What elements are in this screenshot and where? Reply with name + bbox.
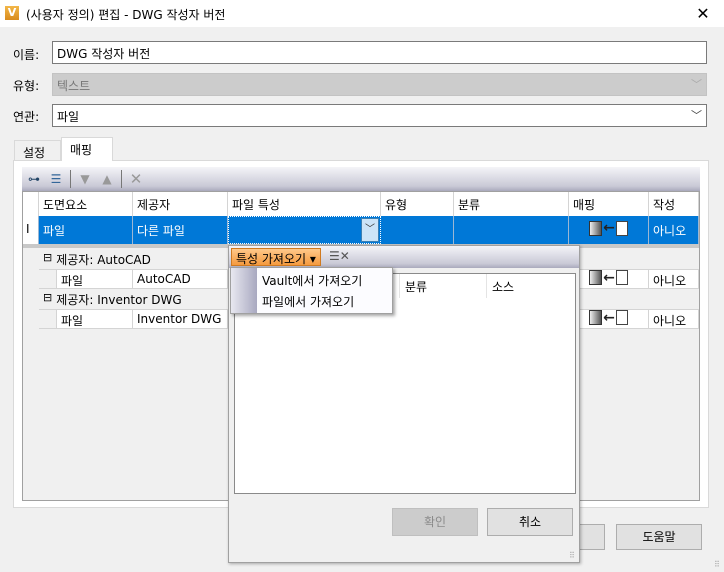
divider bbox=[70, 170, 71, 188]
window-title: (사용자 정의) 편집 - DWG 작성자 버전 bbox=[26, 8, 226, 22]
get-properties-menu: Vault에서 가져오기 파일에서 가져오기 bbox=[230, 267, 393, 314]
cell-element[interactable]: 파일 bbox=[39, 216, 133, 244]
file-property-dropdown[interactable]: ﹀ bbox=[228, 216, 381, 244]
cell-write[interactable]: 아니오 bbox=[649, 216, 699, 244]
divider bbox=[121, 170, 122, 188]
col-source[interactable]: 소스 bbox=[492, 278, 514, 295]
col-element[interactable]: 도면요소 bbox=[39, 192, 133, 216]
collapse-icon[interactable]: ⊟ bbox=[43, 291, 52, 309]
clear-list-icon[interactable]: ☰✕ bbox=[329, 249, 350, 265]
cell-type bbox=[381, 216, 454, 244]
assoc-value: 파일 bbox=[57, 110, 80, 124]
cell-element[interactable]: 파일 bbox=[57, 270, 133, 288]
app-logo-icon: V bbox=[5, 6, 19, 20]
col-category[interactable]: 분류 bbox=[405, 278, 427, 295]
resize-grip-icon[interactable]: ⠿ bbox=[569, 551, 575, 560]
menu-item-from-file[interactable]: 파일에서 가져오기 bbox=[262, 293, 354, 310]
table-row-selected[interactable]: I 파일 다른 파일 ﹀ ← 아니오 bbox=[23, 216, 699, 244]
assoc-label: 연관: bbox=[13, 110, 40, 124]
mapping-direction-icon: ← bbox=[569, 270, 649, 288]
collapse-icon[interactable]: ⊟ bbox=[43, 251, 52, 269]
col-write[interactable]: 작성 bbox=[649, 192, 699, 216]
type-value: 텍스트 bbox=[57, 79, 91, 93]
cell-write[interactable]: 아니오 bbox=[649, 270, 699, 288]
popup-toolbar: 특성 가져오기 ▾ ☰✕ bbox=[229, 246, 579, 268]
get-properties-button[interactable]: 특성 가져오기 ▾ bbox=[231, 248, 321, 266]
cell-provider[interactable]: 다른 파일 bbox=[133, 216, 228, 244]
col-provider[interactable]: 제공자 bbox=[133, 192, 228, 216]
tab-mapping[interactable]: 매핑 bbox=[61, 137, 113, 161]
help-button[interactable]: 도움말 bbox=[616, 524, 702, 550]
chevron-down-icon: ﹀ bbox=[691, 109, 702, 122]
col-category[interactable]: 분류 bbox=[454, 192, 569, 216]
chevron-down-icon: ﹀ bbox=[691, 78, 702, 91]
cell-provider[interactable]: Inventor DWG bbox=[133, 310, 228, 328]
tab-settings[interactable]: 설정 bbox=[14, 140, 61, 160]
tree-view-icon[interactable]: ⊶ bbox=[26, 171, 42, 187]
assoc-select[interactable]: 파일 ﹀ bbox=[52, 104, 707, 127]
chevron-down-icon[interactable]: ﹀ bbox=[361, 218, 379, 242]
move-down-icon[interactable]: ▼ bbox=[77, 171, 93, 187]
grid-toolbar: ⊶ ☰ ▼ ▲ ✕ bbox=[22, 167, 700, 191]
grid-header: 도면요소 제공자 파일 특성 유형 분류 매핑 작성 bbox=[23, 192, 699, 216]
name-label: 이름: bbox=[13, 48, 40, 62]
menu-item-from-vault[interactable]: Vault에서 가져오기 bbox=[262, 272, 362, 289]
delete-icon[interactable]: ✕ bbox=[128, 171, 144, 187]
cell-provider[interactable]: AutoCAD bbox=[133, 270, 228, 288]
cell-element[interactable]: 파일 bbox=[57, 310, 133, 328]
close-button[interactable]: ✕ bbox=[690, 4, 716, 23]
title-bar: V (사용자 정의) 편집 - DWG 작성자 버전 ✕ bbox=[0, 0, 724, 27]
row-indicator: I bbox=[23, 216, 39, 244]
cell-write[interactable]: 아니오 bbox=[649, 310, 699, 328]
name-input[interactable]: DWG 작성자 버전 bbox=[52, 41, 707, 64]
type-select: 텍스트 ﹀ bbox=[52, 73, 707, 96]
confirm-button: 확인 bbox=[392, 508, 478, 536]
mapping-direction-icon: ← bbox=[569, 216, 649, 244]
col-mapping[interactable]: 매핑 bbox=[569, 192, 649, 216]
resize-grip-icon[interactable]: ⠿ bbox=[714, 560, 720, 569]
cancel-button[interactable]: 취소 bbox=[487, 508, 573, 536]
list-view-icon[interactable]: ☰ bbox=[48, 171, 64, 187]
mapping-direction-icon: ← bbox=[569, 310, 649, 328]
col-file-property[interactable]: 파일 특성 bbox=[228, 192, 381, 216]
type-label: 유형: bbox=[13, 79, 40, 93]
move-up-icon[interactable]: ▲ bbox=[99, 171, 115, 187]
cell-category bbox=[454, 216, 569, 244]
col-type[interactable]: 유형 bbox=[381, 192, 454, 216]
